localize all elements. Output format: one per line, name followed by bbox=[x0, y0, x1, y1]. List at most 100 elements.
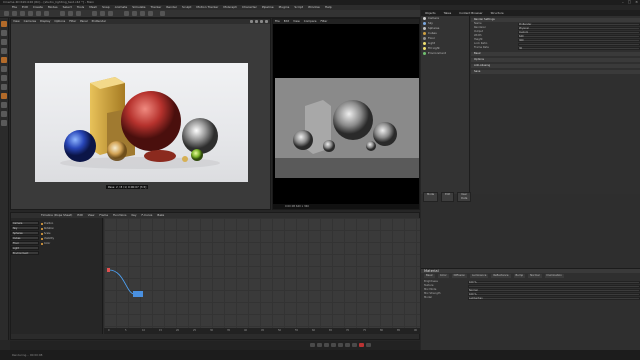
maximize-button[interactable]: □ bbox=[628, 0, 631, 5]
attribute-field[interactable]: 30 bbox=[518, 46, 640, 50]
material-tab[interactable]: Luminance bbox=[470, 274, 489, 278]
cloner-icon[interactable] bbox=[148, 11, 153, 16]
timeline-track[interactable]: Position bbox=[41, 222, 53, 226]
subdivide-icon[interactable] bbox=[140, 11, 145, 16]
attribute-section[interactable]: Save bbox=[471, 70, 640, 74]
picture-viewer[interactable]: File Edit View Compare Filter 0:00:08 640 x … bbox=[272, 18, 420, 210]
rotate-view-icon[interactable] bbox=[260, 20, 263, 23]
material-field[interactable]: Lambertian bbox=[468, 296, 640, 300]
solo-icon[interactable] bbox=[1, 102, 7, 108]
rotate-icon[interactable] bbox=[44, 11, 49, 16]
timeline-track[interactable]: Rotation bbox=[41, 227, 54, 231]
next-key-icon[interactable] bbox=[345, 343, 350, 347]
goto-end-icon[interactable] bbox=[352, 343, 357, 347]
attribute-field[interactable] bbox=[518, 42, 640, 46]
snap-icon[interactable] bbox=[1, 84, 7, 90]
picture-viewer-menu-item[interactable]: Compare bbox=[304, 19, 317, 24]
attribute-section[interactable]: Anti-Aliasing bbox=[471, 64, 640, 68]
material-tab[interactable]: Basic bbox=[424, 274, 435, 278]
cube-icon[interactable] bbox=[124, 11, 129, 16]
object-row[interactable]: Environment bbox=[423, 51, 469, 56]
material-field[interactable]: Normal bbox=[468, 288, 640, 292]
minimize-button[interactable]: – bbox=[622, 0, 624, 5]
material-tab[interactable]: Color bbox=[437, 274, 449, 278]
picture-viewer-menu-item[interactable]: File bbox=[275, 19, 280, 24]
material-field[interactable] bbox=[468, 284, 640, 288]
x-axis-icon[interactable] bbox=[60, 11, 65, 16]
undo-icon[interactable] bbox=[4, 11, 9, 16]
picture-viewer-menu-item[interactable]: Edit bbox=[284, 19, 289, 24]
timeline-track[interactable]: Color bbox=[41, 242, 50, 246]
timeline-track[interactable]: Scale bbox=[41, 232, 50, 236]
toggle-view-icon[interactable] bbox=[265, 20, 268, 23]
timeline-object[interactable]: Camera bbox=[11, 221, 39, 225]
pen-icon[interactable] bbox=[132, 11, 137, 16]
attribute-field[interactable]: ProRender bbox=[518, 22, 640, 26]
polygons-mode-icon[interactable] bbox=[1, 66, 7, 72]
locking-icon[interactable] bbox=[1, 120, 7, 126]
attribute-mode-button[interactable]: Mode bbox=[423, 192, 439, 202]
perspective-viewport[interactable]: View Cameras Display Options Filter Panel ProR… bbox=[10, 18, 271, 210]
timeline-track[interactable]: Visibility bbox=[41, 237, 54, 241]
fcurve-graph[interactable]: 0 5 10 15 20 25 30 35 40 45 50 55 60 65 70 75 80 85 90 bbox=[104, 218, 420, 334]
material-tab[interactable]: Illumination bbox=[544, 274, 564, 278]
move-icon[interactable] bbox=[28, 11, 33, 16]
viewport-menu-item[interactable]: Filter bbox=[69, 19, 76, 24]
viewport-menu-item[interactable]: Display bbox=[40, 19, 50, 24]
attribute-mode-button[interactable]: Edit bbox=[441, 192, 455, 202]
points-mode-icon[interactable] bbox=[1, 48, 7, 54]
picture-viewer-menu-item[interactable]: Filter bbox=[320, 19, 327, 24]
material-tab[interactable]: Diffusion bbox=[451, 274, 468, 278]
render-picture-icon[interactable] bbox=[100, 11, 105, 16]
texture-mode-icon[interactable] bbox=[1, 30, 7, 36]
frame-ruler[interactable]: 0 5 10 15 20 25 30 35 40 45 50 55 60 65 70 75 80 85 90 bbox=[104, 328, 420, 334]
picture-viewer-menu-item[interactable]: View bbox=[293, 19, 300, 24]
record-icon[interactable] bbox=[359, 343, 364, 347]
scale-icon[interactable] bbox=[36, 11, 41, 16]
attribute-section[interactable]: Options bbox=[471, 58, 640, 62]
axis-mode-icon[interactable] bbox=[1, 39, 7, 45]
material-field[interactable]: 100 % bbox=[468, 292, 640, 296]
timeline-object[interactable]: Spheres bbox=[11, 231, 39, 235]
timeline-object[interactable]: Light bbox=[11, 246, 39, 250]
timeline-object[interactable]: Environment bbox=[11, 251, 39, 255]
viewport-menu-item[interactable]: Panel bbox=[80, 19, 88, 24]
redo-icon[interactable] bbox=[12, 11, 17, 16]
live-select-icon[interactable] bbox=[1, 75, 7, 81]
viewport-menu-item[interactable]: ProRender bbox=[92, 19, 106, 24]
z-axis-icon[interactable] bbox=[76, 11, 81, 16]
attribute-field[interactable]: Physical bbox=[518, 26, 640, 30]
play-icon[interactable] bbox=[331, 343, 336, 347]
attribute-field[interactable]: 640 bbox=[518, 34, 640, 38]
timeline-object[interactable]: Cubes bbox=[11, 236, 39, 240]
edges-mode-icon[interactable] bbox=[1, 57, 7, 63]
render-view-icon[interactable] bbox=[92, 11, 97, 16]
zoom-view-icon[interactable] bbox=[255, 20, 258, 23]
attribute-field[interactable]: 360 bbox=[518, 38, 640, 42]
model-mode-icon[interactable] bbox=[1, 21, 7, 27]
close-button[interactable]: × bbox=[635, 0, 638, 5]
y-axis-icon[interactable] bbox=[68, 11, 73, 16]
material-field[interactable]: 100 % bbox=[468, 280, 640, 284]
timeline-object[interactable]: Sky bbox=[11, 226, 39, 230]
attribute-field[interactable]: Custom bbox=[518, 30, 640, 34]
material-tab[interactable]: Bump bbox=[513, 274, 526, 278]
timeline-object[interactable]: Floor bbox=[11, 241, 39, 245]
attribute-mode-button[interactable]: User Data bbox=[457, 192, 472, 202]
material-tab[interactable]: Reflectance bbox=[491, 274, 511, 278]
next-frame-icon[interactable] bbox=[338, 343, 343, 347]
prev-frame-icon[interactable] bbox=[324, 343, 329, 347]
attribute-section[interactable]: Basic bbox=[471, 52, 640, 56]
select-icon[interactable] bbox=[20, 11, 25, 16]
move-view-icon[interactable] bbox=[250, 20, 253, 23]
material-tab[interactable]: Normal bbox=[528, 274, 542, 278]
goto-start-icon[interactable] bbox=[310, 343, 315, 347]
enable-axis-icon[interactable] bbox=[1, 111, 7, 117]
render-settings-icon[interactable] bbox=[108, 11, 113, 16]
prev-key-icon[interactable] bbox=[317, 343, 322, 347]
viewport-menu-item[interactable]: View bbox=[13, 19, 20, 24]
light-icon[interactable] bbox=[160, 11, 165, 16]
auto-key-icon[interactable] bbox=[366, 343, 371, 347]
viewport-menu-item[interactable]: Cameras bbox=[24, 19, 36, 24]
viewport-menu-item[interactable]: Options bbox=[54, 19, 65, 24]
